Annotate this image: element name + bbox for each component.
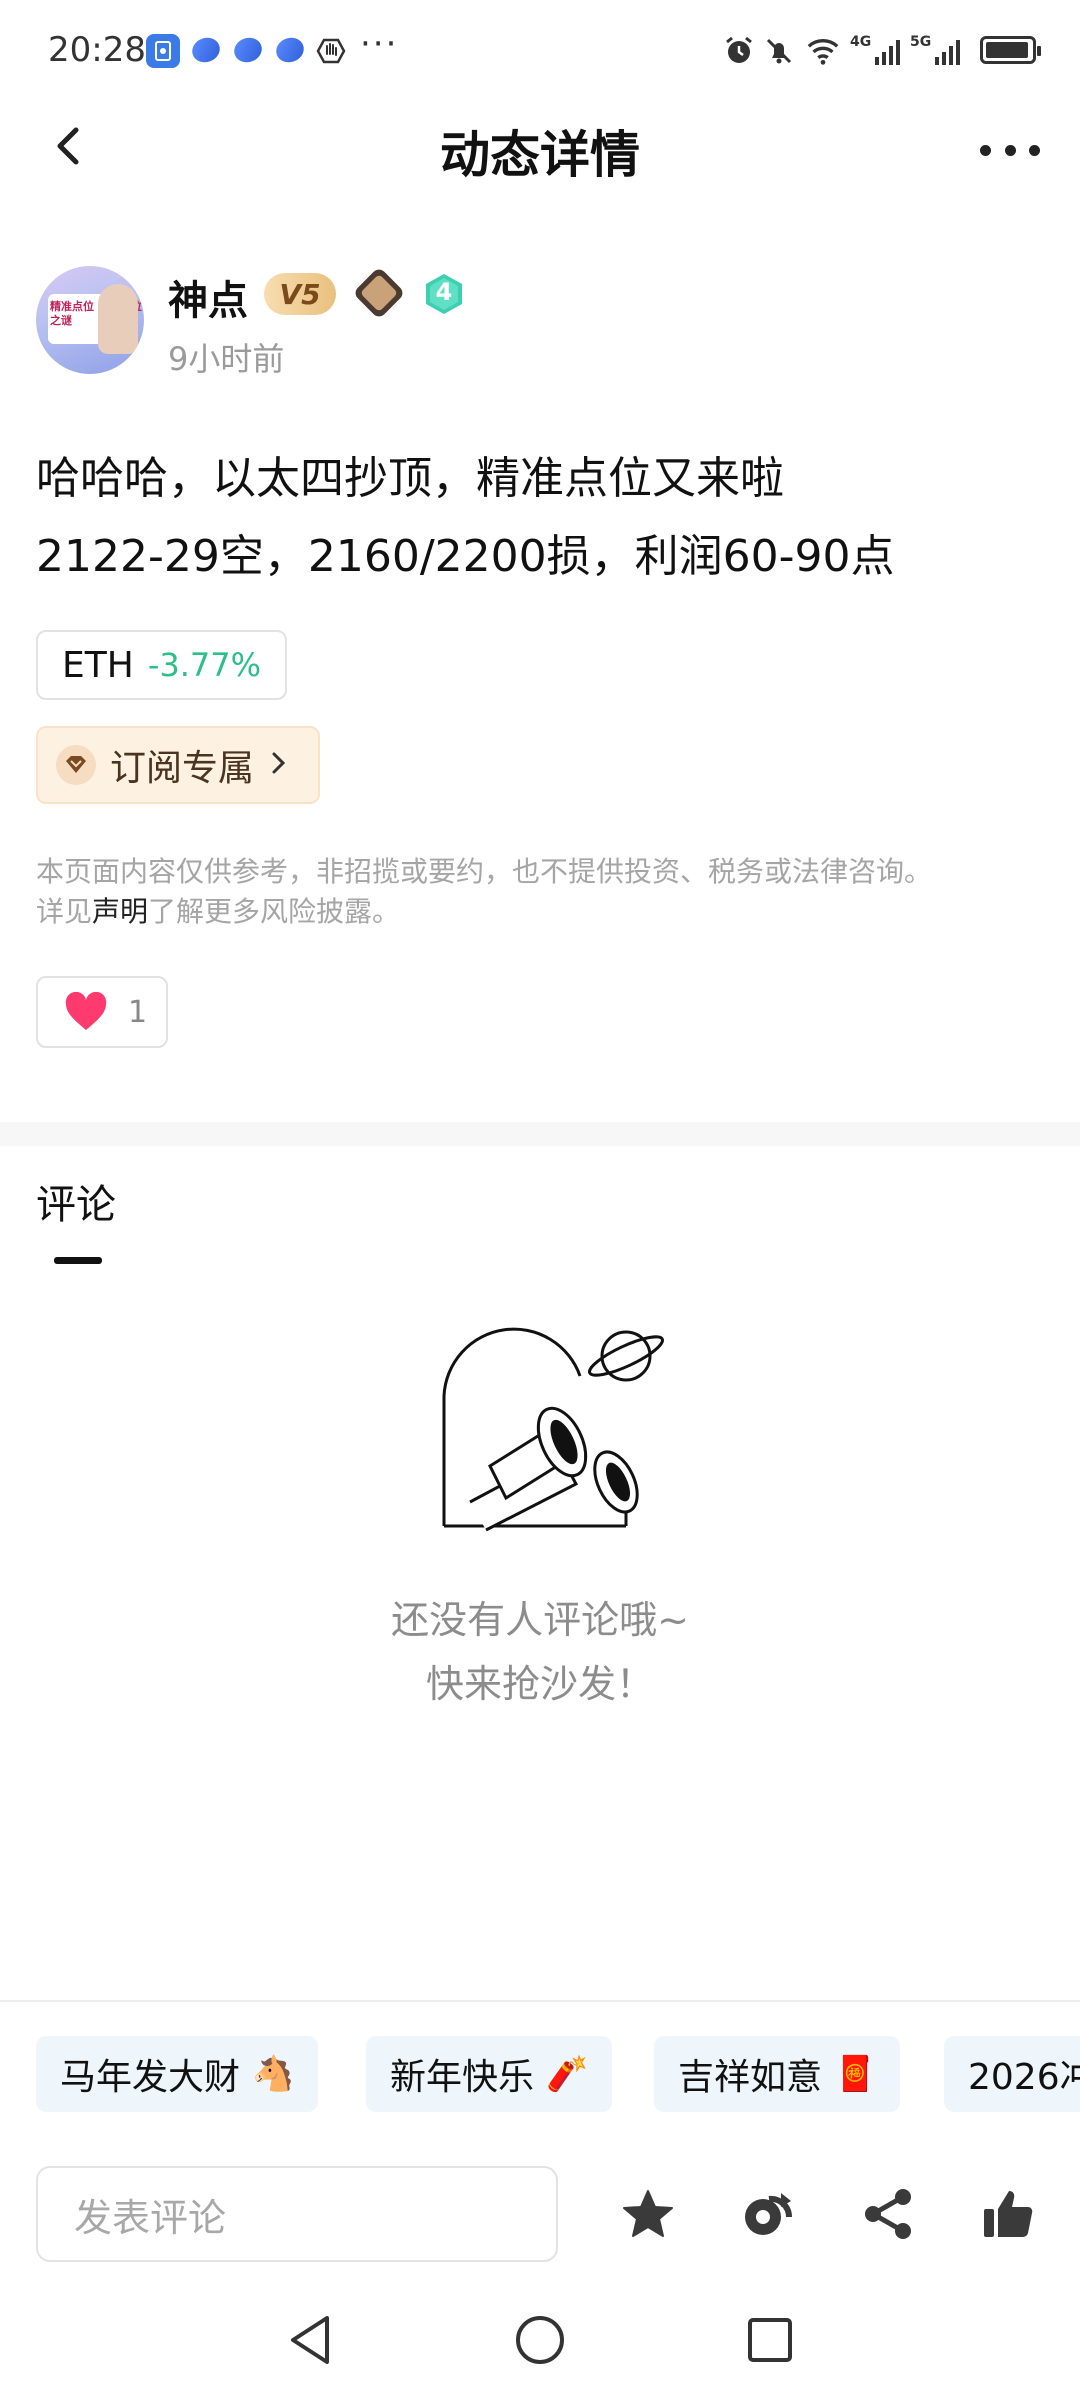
like-button[interactable]: 1 — [36, 976, 168, 1048]
subscribe-label: 订阅专属 — [110, 748, 255, 789]
more-dot-icon — [980, 144, 991, 156]
more-options-button[interactable] — [980, 130, 1040, 170]
status-time: 20:28 — [48, 30, 146, 70]
like-count: 1 — [128, 994, 148, 1030]
post-content: 哈哈哈，以太四抄顶，精准点位又来啦 2122-29空，2160/2200损，利润… — [36, 440, 1046, 596]
level-number: 4 — [435, 278, 453, 306]
hand-icon — [314, 34, 348, 68]
empty-line: 快来抢沙发！ — [425, 1662, 654, 1706]
horse-icon: 🐴 — [252, 2054, 295, 2094]
disclaimer-text: 本页面内容仅供参考，非招揽或要约，也不提供投资、税务或法律咨询。 — [36, 855, 933, 888]
signal-5g: 5G — [910, 34, 963, 70]
signal-bars-icon — [875, 40, 901, 65]
signal-4g: 4G — [850, 34, 903, 70]
chip-label: 新年快乐 — [390, 2057, 535, 2098]
red-envelope-icon: 🧧 — [834, 2054, 877, 2094]
author-name[interactable]: 神点 — [168, 268, 248, 326]
vip-badge: V5 — [264, 273, 336, 315]
chips-divider — [0, 2000, 1080, 2002]
more-dot-icon — [1004, 144, 1016, 156]
comment-input[interactable]: 发表评论 — [36, 2166, 558, 2262]
battery-icon — [980, 36, 1041, 64]
wifi-icon — [806, 34, 840, 68]
heart-icon — [65, 992, 107, 1030]
disclaimer-link[interactable]: 声明 — [92, 895, 148, 928]
triangle-back-icon — [291, 2316, 329, 2364]
thumbs-up-icon[interactable] — [978, 2184, 1038, 2244]
more-dot-icon — [1029, 144, 1040, 156]
ticker-symbol: ETH — [62, 644, 134, 686]
disclaimer-prefix: 详见 — [36, 895, 93, 928]
system-back-button[interactable] — [280, 2310, 340, 2370]
empty-comments-message: 还没有人评论哦~ 快来抢沙发！ — [0, 1588, 1080, 1716]
circle-home-icon — [516, 2316, 564, 2364]
disclaimer: 本页面内容仅供参考，非招揽或要约，也不提供投资、税务或法律咨询。 详见声明了解更… — [36, 852, 1046, 932]
disclaimer-suffix: 了解更多风险披露。 — [148, 895, 401, 928]
repost-icon[interactable] — [738, 2184, 798, 2244]
quick-reply-chip[interactable]: 吉祥如意 🧧 — [654, 2036, 901, 2112]
square-recents-icon — [748, 2318, 792, 2362]
tab-comments[interactable]: 评论 — [36, 1172, 116, 1230]
share-icon[interactable] — [858, 2184, 918, 2244]
chip-label: 2026冲 — [968, 2057, 1080, 2098]
mute-icon — [762, 34, 796, 68]
subscribe-button[interactable]: 订阅专属 — [36, 726, 320, 804]
app-notification-icon — [230, 33, 266, 67]
app-notification-icon — [146, 34, 180, 68]
quick-reply-chip[interactable]: 马年发大财 🐴 — [36, 2036, 319, 2112]
tab-indicator — [54, 1257, 102, 1264]
empty-binoculars-illustration — [442, 1327, 664, 1532]
more-notifications-icon: ··· — [360, 24, 399, 64]
diamond-icon — [56, 745, 96, 785]
system-home-button[interactable] — [510, 2310, 570, 2370]
ticker-change: -3.77% — [147, 646, 262, 684]
chip-label: 马年发大财 — [60, 2057, 241, 2098]
star-icon[interactable] — [618, 2184, 678, 2244]
page-title: 动态详情 — [440, 126, 640, 184]
chip-label: 吉祥如意 — [678, 2057, 823, 2098]
chevron-right-icon — [268, 749, 288, 781]
alarm-icon — [722, 34, 756, 68]
rank-badge-icon — [352, 266, 406, 320]
system-recents-button[interactable] — [740, 2310, 800, 2370]
app-notification-icon — [188, 33, 224, 67]
ticker-chip[interactable]: ETH -3.77% — [36, 630, 288, 700]
post-line: 2122-29空，2160/2200损，利润60-90点 — [36, 531, 895, 582]
firecracker-icon: 🧨 — [546, 2054, 589, 2094]
status-bar: 20:28 ··· 4G 5G — [0, 0, 1080, 100]
signal-bars-icon — [935, 40, 961, 65]
empty-line: 还没有人评论哦~ — [391, 1598, 689, 1642]
level-badge: 4 — [422, 272, 466, 316]
avatar[interactable]: 精准点位 旺神点位之谜 — [36, 266, 144, 374]
app-notification-icon — [272, 33, 308, 67]
quick-reply-chip[interactable]: 新年快乐 🧨 — [366, 2036, 613, 2112]
post-time: 9小时前 — [168, 340, 285, 378]
section-divider — [0, 1122, 1080, 1146]
post-line: 哈哈哈，以太四抄顶，精准点位又来啦 — [36, 453, 784, 504]
quick-reply-chip[interactable]: 2026冲 — [944, 2036, 1080, 2112]
